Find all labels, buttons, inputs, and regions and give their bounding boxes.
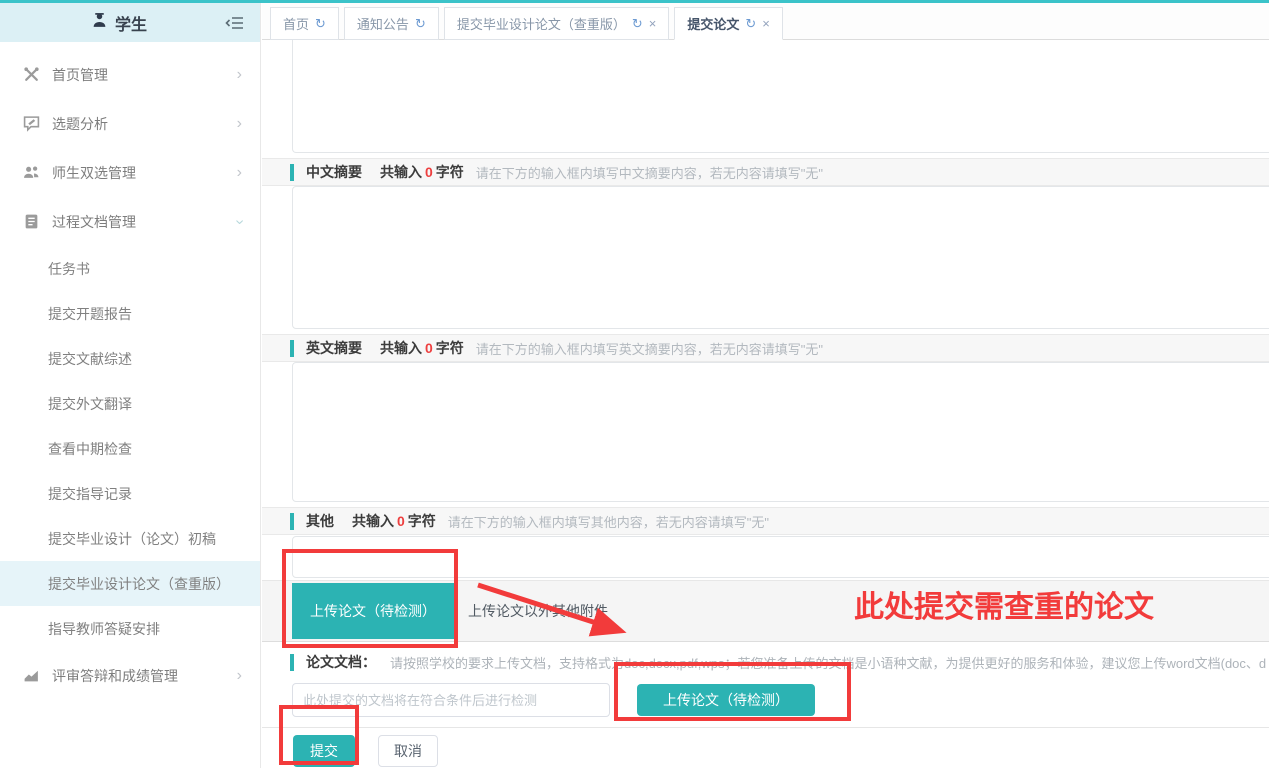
tab-notices[interactable]: 通知公告 ↻	[344, 7, 439, 40]
section-header-chinese-abstract: 中文摘要 共输入0字符 请在下方的输入框内填写中文摘要内容，若无内容请填写"无"	[262, 158, 1269, 186]
sidebar-item-label: 提交开题报告	[48, 304, 132, 324]
refresh-icon[interactable]: ↻	[415, 16, 426, 32]
divider	[262, 727, 1269, 728]
page-accent-topline	[0, 0, 1269, 3]
section-header-english-abstract: 英文摘要 共输入0字符 请在下方的输入框内填写英文摘要内容，若无内容请填写"无"	[262, 334, 1269, 362]
chinese-abstract-textarea[interactable]	[292, 186, 1269, 329]
tab-thesis-plagiarism-version[interactable]: 提交毕业设计论文（查重版） ↻ ×	[444, 7, 670, 40]
sidebar-item-advisor-qa-schedule[interactable]: 指导教师答疑安排	[0, 606, 260, 651]
main-content: 首页 ↻ 通知公告 ↻ 提交毕业设计论文（查重版） ↻ × 提交论文 ↻ × 中…	[262, 3, 1269, 768]
sidebar-item-task-book[interactable]: 任务书	[0, 246, 260, 291]
accent-bar	[290, 654, 294, 671]
upload-thesis-tab[interactable]: 上传论文（待检测）	[292, 583, 454, 639]
sidebar-item-label: 过程文档管理	[52, 212, 136, 232]
tab-submit-thesis[interactable]: 提交论文 ↻ ×	[674, 7, 783, 40]
sidebar-item-foreign-translation[interactable]: 提交外文翻译	[0, 381, 260, 426]
chevron-down-icon: ›	[230, 219, 248, 224]
char-count: 0	[422, 164, 436, 180]
section-hint: 请在下方的输入框内填写中文摘要内容，若无内容请填写"无"	[476, 163, 823, 182]
tools-icon	[22, 66, 40, 84]
upload-thesis-button[interactable]: 上传论文（待检测）	[637, 684, 815, 716]
sidebar-item-label: 选题分析	[52, 114, 108, 134]
upload-tabs-strip: 上传论文（待检测） 上传论文以外其他附件	[262, 580, 1269, 642]
tab-bar: 首页 ↻ 通知公告 ↻ 提交毕业设计论文（查重版） ↻ × 提交论文 ↻ ×	[262, 3, 1269, 40]
close-icon[interactable]: ×	[762, 16, 770, 31]
chevron-right-icon: ›	[237, 66, 242, 84]
sidebar-item-mutual-selection[interactable]: 师生双选管理 ›	[0, 148, 260, 197]
chevron-right-icon: ›	[237, 115, 242, 133]
comment-edit-icon	[22, 115, 40, 133]
sidebar-item-label: 师生双选管理	[52, 163, 136, 183]
thesis-file-input[interactable]	[292, 683, 610, 717]
sidebar-item-label: 查看中期检查	[48, 439, 132, 459]
refresh-icon[interactable]: ↻	[745, 16, 756, 32]
english-abstract-textarea[interactable]	[292, 362, 1269, 502]
tab-home[interactable]: 首页 ↻	[270, 7, 339, 40]
section-hint: 请在下方的输入框内填写其他内容，若无内容请填写"无"	[448, 512, 769, 531]
sidebar-item-homepage-mgmt[interactable]: 首页管理 ›	[0, 50, 260, 99]
chevron-right-icon: ›	[237, 667, 242, 685]
sidebar-item-label: 提交指导记录	[48, 484, 132, 504]
sidebar-item-label: 提交文献综述	[48, 349, 132, 369]
collapse-sidebar-icon[interactable]	[224, 12, 246, 34]
form-actions: 提交 取消	[293, 735, 1269, 767]
file-upload-row: 上传论文（待检测）	[292, 682, 1269, 718]
section-header-other: 其他 共输入0字符 请在下方的输入框内填写其他内容，若无内容请填写"无"	[262, 507, 1269, 535]
sidebar-item-label: 提交外文翻译	[48, 394, 132, 414]
sidebar-item-label: 首页管理	[52, 65, 108, 85]
section-hint: 请在下方的输入框内填写英文摘要内容，若无内容请填写"无"	[476, 339, 823, 358]
sidebar-item-proposal-report[interactable]: 提交开题报告	[0, 291, 260, 336]
sidebar-item-guidance-records[interactable]: 提交指导记录	[0, 471, 260, 516]
users-icon	[22, 164, 40, 182]
sidebar-title: 学生	[115, 11, 147, 35]
sidebar-item-thesis-plagiarism-version[interactable]: 提交毕业设计论文（查重版）	[0, 561, 260, 606]
thesis-document-label: 论文文档：	[306, 652, 376, 672]
sidebar-menu: 首页管理 › 选题分析 › 师生双选管理 › 过程文档管理 › 任务书	[0, 42, 260, 700]
chevron-right-icon: ›	[237, 164, 242, 182]
thesis-document-row: 论文文档： 请按照学校的要求上传文档，支持格式为doc,docx,pdf,wps…	[262, 649, 1269, 675]
sidebar-item-review-defense-grades[interactable]: 评审答辩和成绩管理 ›	[0, 651, 260, 700]
cancel-button[interactable]: 取消	[378, 735, 438, 767]
sidebar-item-label: 任务书	[48, 259, 90, 279]
other-textarea[interactable]	[292, 536, 1269, 578]
sidebar-item-midterm-check[interactable]: 查看中期检查	[0, 426, 260, 471]
thesis-document-hint: 请按照学校的要求上传文档，支持格式为doc,docx,pdf,wps；若您准备上…	[390, 653, 1266, 672]
char-count: 0	[422, 340, 436, 356]
student-icon	[91, 12, 108, 34]
accent-bar	[290, 340, 294, 357]
chart-icon	[22, 667, 40, 685]
sidebar-item-literature-review[interactable]: 提交文献综述	[0, 336, 260, 381]
sidebar-item-topic-analysis[interactable]: 选题分析 ›	[0, 99, 260, 148]
sidebar-item-label: 提交毕业设计（论文）初稿	[48, 529, 216, 549]
close-icon[interactable]: ×	[649, 16, 657, 31]
sidebar-header: 学生	[0, 0, 260, 42]
sidebar: 学生 首页管理 › 选题分析 › 师生双选管理 ›	[0, 0, 261, 768]
refresh-icon[interactable]: ↻	[632, 16, 643, 32]
sidebar-item-label: 评审答辩和成绩管理	[52, 666, 178, 686]
sidebar-item-label: 指导教师答疑安排	[48, 619, 160, 639]
upload-other-attachments-tab[interactable]: 上传论文以外其他附件	[454, 581, 608, 641]
accent-bar	[290, 513, 294, 530]
sidebar-item-process-docs[interactable]: 过程文档管理 ›	[0, 197, 260, 246]
char-count: 0	[394, 513, 408, 529]
document-icon	[22, 213, 40, 231]
keywords-textarea[interactable]	[292, 40, 1269, 153]
accent-bar	[290, 164, 294, 181]
sidebar-item-label: 提交毕业设计论文（查重版）	[48, 574, 230, 594]
refresh-icon[interactable]: ↻	[315, 16, 326, 32]
submit-button[interactable]: 提交	[293, 735, 355, 767]
sidebar-item-thesis-draft[interactable]: 提交毕业设计（论文）初稿	[0, 516, 260, 561]
